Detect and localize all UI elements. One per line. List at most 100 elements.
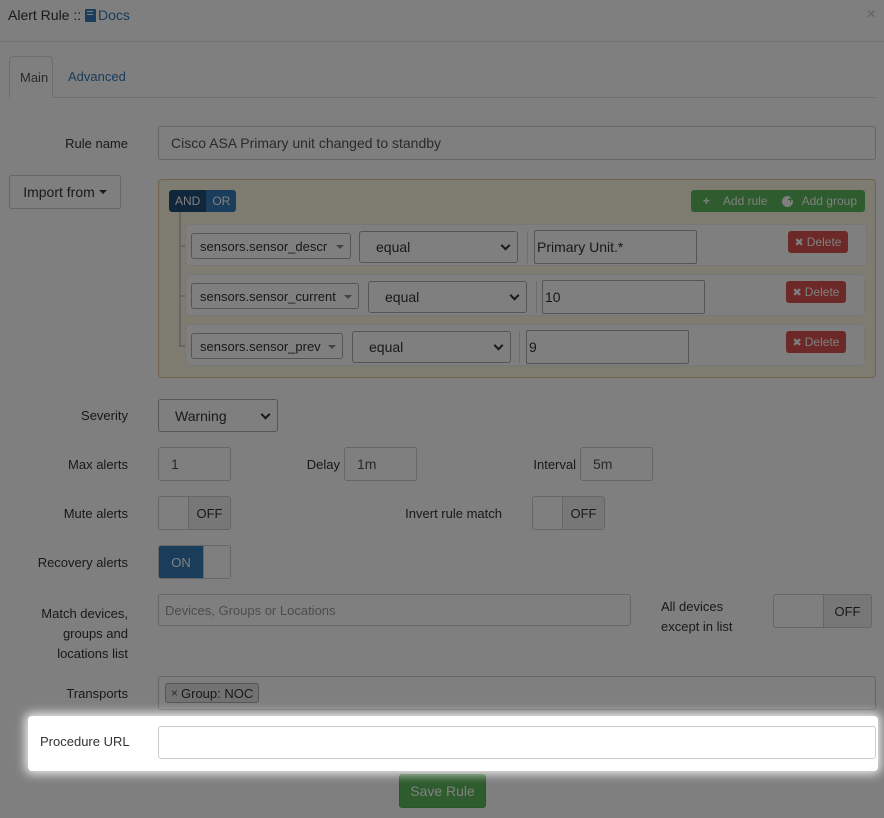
procedure-url-input[interactable] [158,726,876,759]
plus-icon: + [702,194,710,208]
invert-rule-toggle[interactable]: OFF [532,496,605,530]
or-button[interactable]: OR [206,190,237,212]
transports-input[interactable]: × Group: NOC [158,676,876,710]
close-icon: ✖ [794,236,804,249]
chevron-down-icon [509,290,520,301]
field-select[interactable]: sensors.sensor_current [191,283,359,309]
toggle-knob [203,546,230,578]
save-rule-button[interactable]: Save Rule [399,774,486,808]
toggle-state: OFF [824,595,871,627]
max-alerts-input[interactable]: 1 [158,447,231,481]
alert-rule-modal: Alert Rule :: Docs × Main Advanced Rule … [0,0,884,818]
all-devices-label-line: All devices [661,599,724,614]
title-prefix: Alert Rule :: [8,7,86,23]
all-devices-toggle[interactable]: OFF [773,594,872,628]
delete-rule-button[interactable]: ✖ Delete [786,281,846,303]
transports-label: Transports [66,686,128,701]
tab-advanced[interactable]: Advanced [58,56,136,98]
field-value: sensors.sensor_current [200,288,336,304]
docs-label: Docs [98,7,130,23]
field-select[interactable]: sensors.sensor_prev [191,333,343,359]
delay-input[interactable]: 1m [344,447,417,481]
rule-row: sensors.sensor_descr equal Primary Unit.… [185,224,867,266]
toggle-state: ON [159,546,203,578]
severity-value: Warning [175,407,227,424]
rule-row: sensors.sensor_current equal 10 ✖ Delete [185,274,865,316]
operator-value: equal [369,339,404,355]
close-icon: ✖ [792,336,802,349]
severity-label: Severity [81,408,128,423]
tree-line [179,212,181,346]
field-value: sensors.sensor_descr [200,238,328,254]
delay-label: Delay [306,457,340,472]
severity-select[interactable]: Warning [158,399,278,432]
divider [519,331,520,363]
operator-value: equal [385,289,420,305]
chevron-down-icon [336,245,344,249]
tab-bar: Main Advanced [9,56,876,98]
transport-tag-label: Group: NOC [181,685,254,701]
match-devices-label: Match devices, groups and locations list [20,604,128,664]
rule-row: sensors.sensor_prev equal 9 ✖ Delete [185,324,865,366]
procedure-url-label: Procedure URL [40,734,130,749]
delete-label: Delete [804,285,840,299]
toggle-state: OFF [189,497,230,529]
value-input[interactable]: 9 [526,330,689,364]
toggle-knob [159,497,189,529]
toggle-knob [533,497,563,529]
mute-alerts-toggle[interactable]: OFF [158,496,231,530]
match-devices-label-line: locations list [57,646,128,661]
docs-link[interactable]: Docs [85,7,130,23]
import-from-label: Import from [23,184,95,200]
value-input[interactable]: Primary Unit.* [534,230,697,264]
import-from-button[interactable]: Import from [9,175,121,209]
chevron-down-icon [500,240,511,251]
field-select[interactable]: sensors.sensor_descr [191,233,351,259]
book-icon [85,9,97,22]
divider [536,281,537,313]
invert-rule-label: Invert rule match [405,506,502,521]
delete-rule-button[interactable]: ✖ Delete [788,231,848,253]
field-value: sensors.sensor_prev [200,338,321,354]
all-devices-label-line: except in list [661,619,733,634]
match-devices-label-line: Match devices, [41,606,128,621]
add-rule-label: Add rule [722,194,768,208]
recovery-alerts-toggle[interactable]: ON [158,545,231,579]
condition-toggle: AND OR [169,190,237,212]
tab-main[interactable]: Main [9,56,53,98]
and-button[interactable]: AND [169,190,207,212]
add-buttons: + Add rule + Add group [690,190,865,212]
match-devices-input[interactable]: Devices, Groups or Locations [158,594,631,626]
close-icon[interactable]: × [867,6,876,24]
max-alerts-label: Max alerts [68,457,128,472]
match-devices-label-line: groups and [62,626,128,641]
modal-title: Alert Rule :: Docs [8,7,130,23]
toggle-knob [774,595,824,627]
value-input[interactable]: 10 [542,280,705,314]
modal-header: Alert Rule :: Docs × [0,0,884,42]
chevron-down-icon [344,295,352,299]
query-builder: AND OR + Add rule + Add group sensors.sens… [158,179,876,378]
toggle-state: OFF [563,497,604,529]
add-rule-button[interactable]: + Add rule [691,190,776,212]
chevron-down-icon [328,345,336,349]
add-group-button[interactable]: + Add group [776,190,865,212]
delete-rule-button[interactable]: ✖ Delete [786,331,846,353]
add-group-label: Add group [801,194,857,208]
circle-plus-icon: + [781,195,793,207]
chevron-down-icon [260,409,271,420]
interval-input[interactable]: 5m [580,447,653,481]
remove-tag-icon[interactable]: × [171,686,178,700]
delete-label: Delete [804,335,840,349]
transport-tag: × Group: NOC [165,683,260,703]
interval-label: Interval [533,457,576,472]
operator-select[interactable]: equal [359,231,518,263]
operator-value: equal [376,239,411,255]
rule-name-input[interactable]: Cisco ASA Primary unit changed to standb… [158,126,876,160]
close-icon: ✖ [792,286,802,299]
recovery-alerts-label: Recovery alerts [37,555,128,570]
divider [527,231,528,263]
caret-down-icon [98,190,107,194]
operator-select[interactable]: equal [352,331,511,363]
operator-select[interactable]: equal [368,281,527,313]
